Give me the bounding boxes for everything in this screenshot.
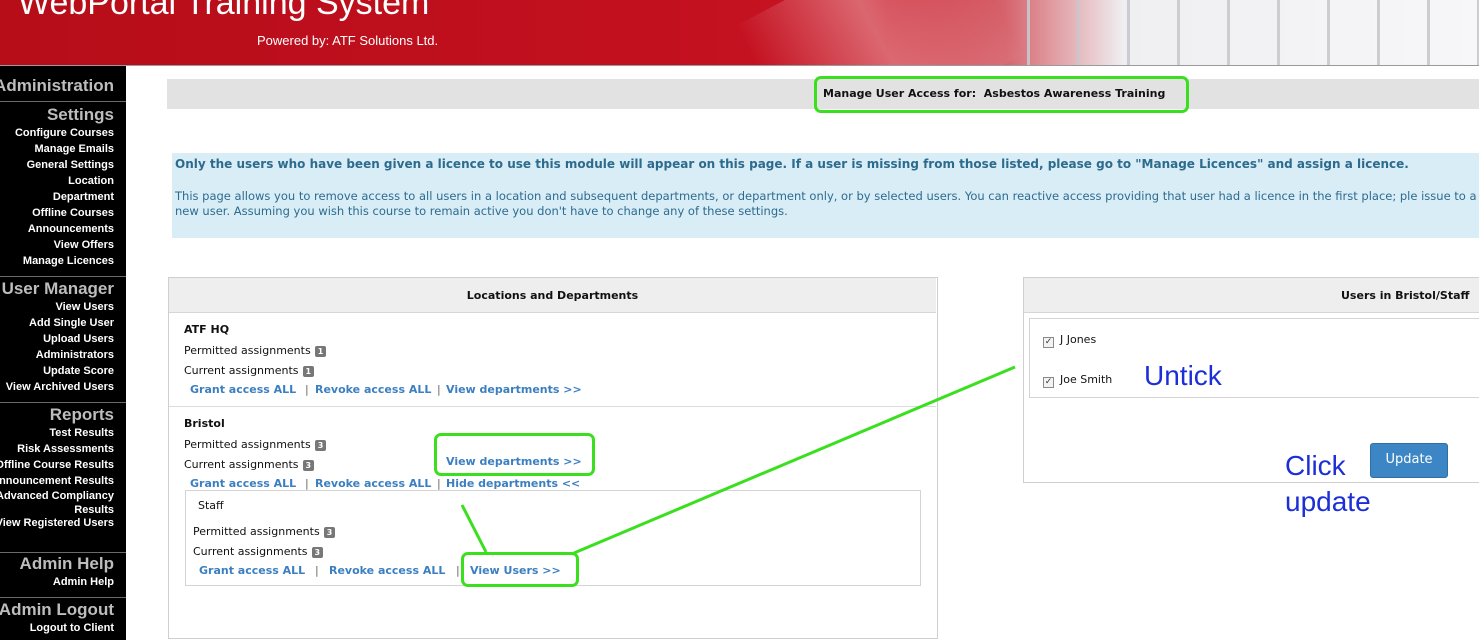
annotation-line-short (460, 504, 488, 553)
annotation-arrows (460, 365, 1016, 555)
annotation-line-long (573, 365, 1016, 555)
